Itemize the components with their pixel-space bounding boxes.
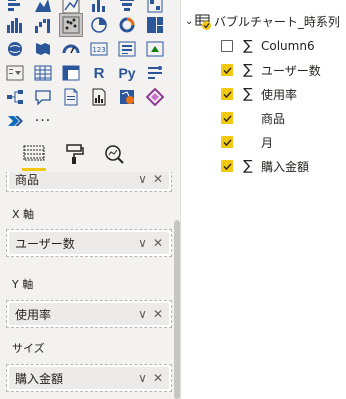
filled-map-icon[interactable] (32, 38, 54, 60)
power-automate-icon[interactable] (4, 110, 26, 132)
remove-field-icon[interactable]: ✕ (153, 172, 163, 186)
y-axis-label: Y 軸 (12, 278, 34, 291)
size-value: 購入金額 (15, 371, 64, 386)
sigma-icon: ∑ (243, 86, 253, 102)
table-icon[interactable] (32, 62, 54, 84)
field-checkbox[interactable] (221, 112, 233, 124)
waterfall-icon[interactable] (32, 14, 54, 36)
chevron-down-icon[interactable]: ∨ (138, 236, 147, 250)
field-name: 購入金額 (261, 159, 310, 174)
magnifier-analytics-icon (105, 145, 124, 164)
sigma-icon: ∑ (243, 62, 253, 78)
field-wells: 商品 ∨ ✕ X 軸 ユーザー数 ∨ ✕ Y 軸 使用率 ∨ ✕ サイズ 購入金… (0, 172, 180, 399)
field-checkbox[interactable] (221, 88, 233, 100)
gauge-icon[interactable] (60, 38, 82, 60)
details-well-value: 商品 (15, 172, 40, 187)
field-name: ユーザー数 (261, 63, 321, 78)
table-header[interactable]: ⌄ バブルチャート_時系列 (185, 10, 346, 32)
size-well[interactable]: 購入金額 ∨ ✕ (6, 364, 172, 392)
kpi-icon[interactable] (144, 38, 166, 60)
table-checked-badge (202, 21, 211, 30)
slicer-icon[interactable] (4, 62, 26, 84)
field-checkbox[interactable] (221, 136, 233, 148)
paint-roller-icon (66, 144, 84, 164)
donut-chart-icon[interactable] (116, 14, 138, 36)
field-name: 月 (261, 135, 274, 150)
size-label: サイズ (12, 342, 45, 355)
power-apps-icon[interactable] (144, 86, 166, 108)
smart-narrative-icon[interactable] (60, 86, 82, 108)
table-icon (195, 14, 211, 30)
sigma-icon: ∑ (243, 158, 253, 174)
scatter-chart-icon[interactable] (59, 13, 83, 37)
arcgis-map-icon[interactable] (116, 86, 138, 108)
x-axis-label: X 軸 (12, 208, 35, 221)
card-icon[interactable]: 123 (88, 38, 110, 60)
qa-icon[interactable] (32, 86, 54, 108)
chevron-down-icon[interactable]: ∨ (138, 371, 147, 385)
multi-row-card-icon[interactable] (116, 38, 138, 60)
field-item[interactable]: ∑商品 (221, 107, 285, 129)
more-label: ··· (34, 113, 52, 129)
py-label: Py (118, 65, 136, 81)
ribbon-chart-icon[interactable] (4, 14, 26, 36)
format-tab[interactable] (60, 140, 88, 168)
chevron-down-icon[interactable]: ∨ (138, 307, 147, 321)
sigma-icon: ∑ (243, 38, 253, 54)
field-item[interactable]: ∑ 購入金額 (221, 155, 309, 177)
field-item[interactable]: ∑月 (221, 131, 273, 153)
treemap-icon[interactable] (144, 14, 166, 36)
field-checkbox[interactable] (221, 160, 233, 172)
analytics-tab[interactable] (100, 140, 128, 168)
fields-tab[interactable] (20, 140, 48, 171)
y-axis-well[interactable]: 使用率 ∨ ✕ (6, 300, 172, 328)
fields-pane: ⌄ バブルチャート_時系列 ∑ Column6 ∑ ユーザー数 ∑ 使用率 ∑商品∑月 ∑ 購入… (181, 0, 346, 399)
svg-text:123: 123 (92, 46, 105, 54)
remove-field-icon[interactable]: ✕ (153, 371, 163, 385)
expand-chevron-icon[interactable]: ⌄ (185, 16, 195, 27)
field-name: Column6 (261, 39, 315, 53)
chevron-down-icon[interactable]: ∨ (138, 172, 147, 186)
field-checkbox[interactable] (221, 40, 233, 52)
y-axis-value: 使用率 (15, 307, 52, 322)
visualizations-pane: 123 R Py ··· 商品 ∨ ✕ X 軸 ユーザー数 ∨ ✕ Y 軸 使用… (0, 0, 180, 399)
field-item[interactable]: ∑ 使用率 (221, 83, 297, 105)
table-name: バブルチャート_時系列 (214, 14, 340, 29)
details-well[interactable]: 商品 ∨ ✕ (6, 172, 172, 192)
r-script-icon[interactable]: R (88, 62, 110, 84)
paginated-report-icon[interactable] (88, 86, 110, 108)
field-item[interactable]: ∑ Column6 (221, 35, 315, 57)
field-checkbox[interactable] (221, 64, 233, 76)
r-label: R (93, 64, 105, 82)
x-axis-well[interactable]: ユーザー数 ∨ ✕ (6, 229, 172, 257)
matrix-icon[interactable] (60, 62, 82, 84)
field-item[interactable]: ∑ ユーザー数 (221, 59, 321, 81)
python-visual-icon[interactable]: Py (116, 62, 138, 84)
pane-tabs (0, 138, 180, 172)
pie-chart-icon[interactable] (88, 14, 110, 36)
remove-field-icon[interactable]: ✕ (153, 307, 163, 321)
field-name: 使用率 (261, 87, 298, 102)
map-icon[interactable] (4, 38, 26, 60)
fields-table-icon (23, 145, 45, 161)
more-visuals-icon[interactable]: ··· (32, 110, 54, 132)
key-influencers-icon[interactable] (144, 62, 166, 84)
remove-field-icon[interactable]: ✕ (153, 236, 163, 250)
x-axis-value: ユーザー数 (15, 236, 75, 251)
decomposition-tree-icon[interactable] (4, 86, 26, 108)
field-name: 商品 (261, 111, 286, 126)
